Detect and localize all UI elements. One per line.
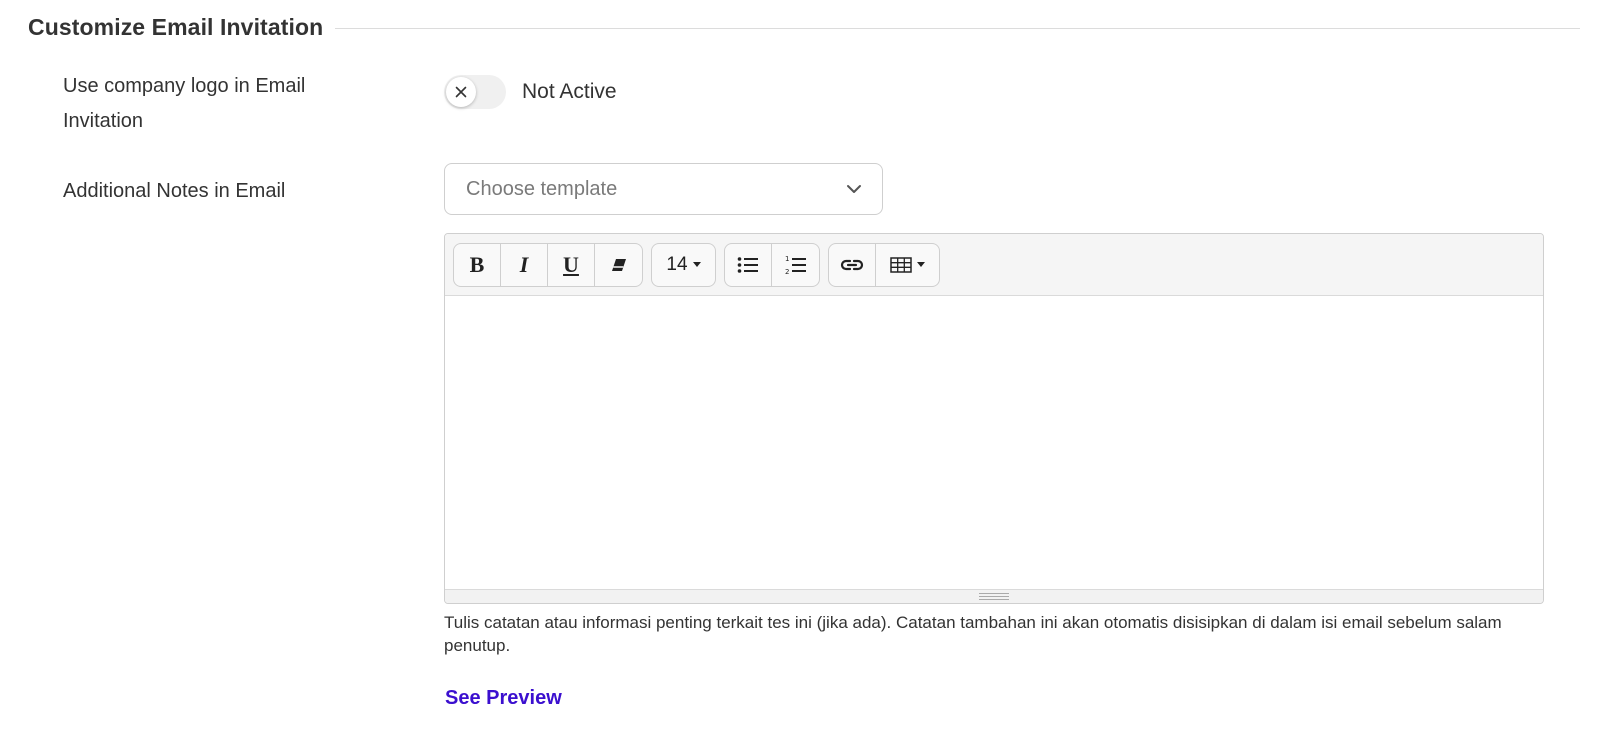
svg-text:1: 1 bbox=[785, 255, 789, 263]
section-header: Customize Email Invitation bbox=[28, 14, 1580, 41]
template-select-placeholder: Choose template bbox=[466, 177, 618, 200]
bullet-list-button[interactable] bbox=[725, 243, 772, 286]
editor-toolbar: B I U 14 1 2 bbox=[445, 234, 1543, 296]
section-title: Customize Email Invitation bbox=[28, 14, 324, 40]
clear-format-button[interactable] bbox=[595, 244, 642, 286]
numbered-list-button[interactable]: 1 2 bbox=[772, 244, 819, 286]
close-icon bbox=[455, 86, 467, 98]
font-size-group: 14 bbox=[651, 242, 716, 287]
table-icon bbox=[890, 256, 912, 273]
caret-down-icon bbox=[917, 262, 925, 267]
eraser-icon bbox=[611, 258, 626, 271]
italic-button[interactable]: I bbox=[501, 243, 548, 286]
bullet-list-icon bbox=[737, 256, 758, 273]
font-size-dropdown[interactable]: 14 bbox=[652, 244, 715, 286]
editor-resize-handle[interactable] bbox=[445, 589, 1543, 603]
notes-help-text: Tulis catatan atau informasi penting ter… bbox=[444, 613, 1502, 655]
logo-toggle-switch[interactable] bbox=[444, 75, 506, 109]
insert-link-button[interactable] bbox=[829, 243, 876, 286]
email-invitation-settings: Customize Email Invitation Use company l… bbox=[0, 0, 1600, 748]
insert-table-dropdown[interactable] bbox=[876, 244, 939, 286]
rich-text-editor: B I U 14 1 2 bbox=[444, 233, 1544, 604]
bold-button[interactable]: B bbox=[454, 243, 501, 286]
toggle-knob bbox=[446, 77, 476, 107]
toggle-status-text: Not Active bbox=[522, 80, 617, 103]
insert-group bbox=[828, 242, 940, 287]
list-group: 1 2 bbox=[724, 242, 820, 287]
template-select[interactable]: Choose template bbox=[444, 163, 883, 215]
numbered-list-icon: 1 2 bbox=[785, 255, 806, 275]
caret-down-icon bbox=[692, 262, 701, 267]
notes-setting-label: Additional Notes in Email bbox=[63, 180, 286, 202]
font-size-value: 14 bbox=[666, 253, 688, 275]
underline-button[interactable]: U bbox=[548, 243, 595, 286]
chevron-down-icon bbox=[846, 184, 862, 194]
text-style-group: B I U bbox=[453, 242, 643, 287]
logo-setting-label: Use company logo in Email Invitation bbox=[63, 75, 306, 132]
see-preview-link[interactable]: See Preview bbox=[445, 687, 562, 710]
svg-text:2: 2 bbox=[785, 268, 789, 275]
section-divider bbox=[335, 28, 1580, 29]
resize-grip-icon bbox=[979, 593, 1009, 600]
link-icon bbox=[840, 259, 864, 270]
logo-toggle-row: Not Active bbox=[444, 75, 617, 109]
editor-content-area[interactable] bbox=[445, 296, 1543, 589]
